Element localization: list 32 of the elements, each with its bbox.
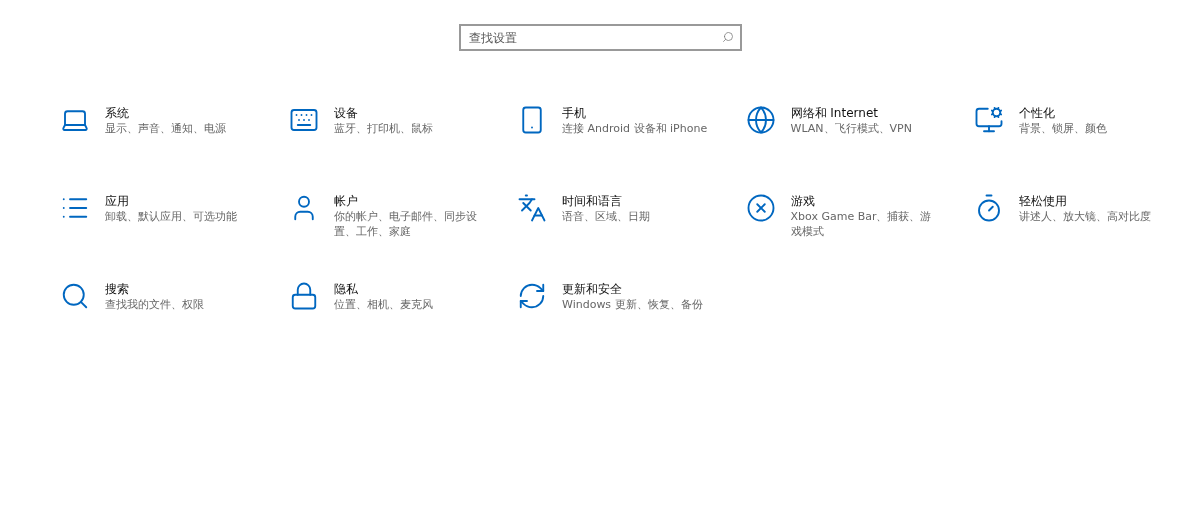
tile-title[interactable]: 应用 [105, 193, 255, 209]
language-icon[interactable] [517, 193, 547, 223]
search-icon[interactable] [60, 281, 90, 311]
monitor-icon[interactable] [974, 105, 1004, 135]
tile-description: 位置、相机、麦克风 [333, 297, 434, 312]
tile-description: 连接 Android 设备和 iPhone [562, 121, 709, 136]
tile-title[interactable]: 搜索 [105, 281, 255, 297]
tile-description: 蓝牙、打印机、鼠标 [333, 121, 434, 136]
tile-title[interactable]: 轻松使用 [1019, 193, 1169, 209]
tile-description: 卸载、默认应用、可选功能 [105, 209, 238, 224]
tile-title[interactable]: 时间和语言 [562, 193, 712, 209]
tile-title[interactable]: 帐户 [333, 193, 484, 209]
tile-title[interactable]: 网络和 Internet [790, 105, 941, 121]
tile-description: 背景、锁屏、颜色 [1019, 121, 1108, 136]
tile-description: 你的帐户、电子邮件、同步设置、工作、家庭 [333, 209, 478, 239]
tile-title[interactable]: 设备 [333, 105, 484, 121]
tile-title[interactable]: 更新和安全 [562, 281, 712, 297]
tile-title[interactable]: 游戏 [790, 193, 941, 209]
tile-description: 语音、区域、日期 [562, 209, 651, 224]
globe-icon[interactable] [745, 105, 776, 135]
tile-description: 查找我的文件、权限 [105, 297, 205, 312]
tile-description: WLAN、飞行模式、VPN [790, 121, 913, 136]
tile-description: 显示、声音、通知、电源 [105, 121, 227, 136]
tile-description: 讲述人、放大镜、高对比度 [1019, 209, 1152, 224]
tile-title[interactable]: 隐私 [333, 281, 484, 297]
tile-title[interactable]: 手机 [562, 105, 712, 121]
tile-description: Xbox Game Bar、捕获、游戏模式 [790, 209, 933, 239]
sync-icon[interactable] [517, 281, 547, 311]
tile-title[interactable]: 系统 [105, 105, 255, 121]
tile-description: Windows 更新、恢复、备份 [562, 297, 704, 312]
search-field[interactable]: 查找设置 [458, 24, 742, 51]
tile-title[interactable]: 个性化 [1019, 105, 1169, 121]
